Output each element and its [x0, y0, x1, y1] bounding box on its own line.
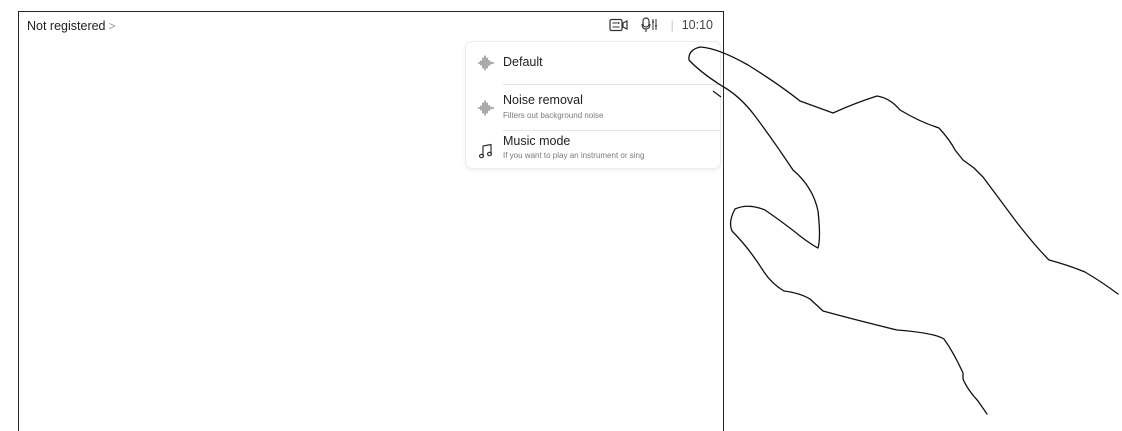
registration-status-label: Not registered [27, 19, 106, 33]
menu-item-title: Noise removal [503, 93, 583, 107]
menu-item-noise-removal[interactable]: Noise removal Filters out background noi… [466, 85, 720, 129]
music-note-icon [478, 143, 494, 159]
device-screen: Not registered > | 10:10 Default Noise r… [18, 11, 724, 431]
waveform-icon [478, 55, 494, 71]
audio-mode-menu: Default Noise removal Filters out backgr… [466, 42, 720, 168]
menu-item-subtitle: If you want to play an instrument or sin… [503, 151, 645, 160]
chevron-right-icon: > [108, 19, 116, 33]
clock: 10:10 [681, 18, 713, 32]
menu-item-default[interactable]: Default [466, 42, 720, 84]
menu-item-music-mode[interactable]: Music mode If you want to play an instru… [466, 131, 720, 168]
status-bar-right: | 10:10 [608, 17, 713, 33]
registration-status[interactable]: Not registered > [27, 19, 116, 33]
menu-item-title: Default [503, 55, 543, 69]
microphone-settings-icon[interactable] [641, 17, 659, 33]
self-view-icon[interactable] [608, 18, 629, 32]
waveform-icon [478, 100, 494, 116]
menu-item-title: Music mode [503, 134, 571, 148]
menu-item-subtitle: Filters out background noise [503, 111, 604, 120]
status-divider: | [670, 18, 674, 32]
